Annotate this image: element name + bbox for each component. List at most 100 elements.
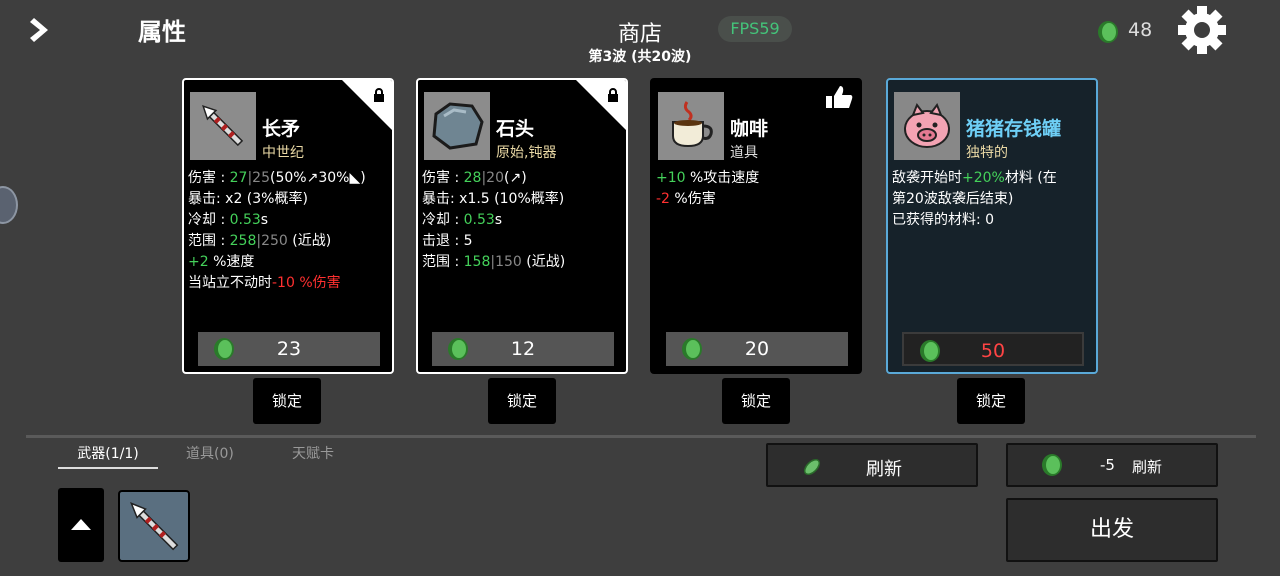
lock-button[interactable]: 锁定 — [253, 378, 321, 424]
side-handle[interactable] — [0, 186, 18, 224]
shop-title: 商店 — [617, 22, 662, 47]
stat-line: 范围 : 158|150 (近战) — [422, 252, 622, 273]
refresh-cost: -5 — [1100, 456, 1115, 474]
stat-segment: ◣ — [349, 170, 361, 186]
stat-segment: 30% — [318, 170, 350, 186]
item-name: 猪猪存钱罐 — [966, 118, 1062, 140]
wave-counter: 第3波 (共20波) — [588, 49, 692, 65]
stat-line: -2 %伤害 — [656, 189, 856, 210]
shop-card-rock[interactable]: 石头 原始,钝器 伤害 : 28|20(↗) 暴击: x1.5 (10%概率) 冷却… — [416, 78, 628, 374]
price-tag[interactable]: 12 — [432, 332, 614, 366]
lock-button[interactable]: 锁定 — [957, 378, 1025, 424]
stat-line: 伤害 : 27|25(50%↗30%◣) — [188, 168, 388, 189]
stat-segment: |250 — [256, 233, 288, 249]
coin-icon — [1098, 21, 1118, 43]
stat-segment: (近战) — [521, 254, 566, 270]
paid-refresh-button[interactable]: -5 刷新 — [1006, 443, 1218, 487]
stat-segment: 击退 : 5 — [422, 233, 473, 249]
stat-segment: 范围 : — [422, 254, 464, 270]
item-name: 长矛 — [262, 118, 301, 140]
stat-segment: 已获得的材料: 0 — [892, 212, 995, 228]
stat-segment: 范围 : — [188, 233, 230, 249]
scroll-up-button[interactable] — [58, 488, 104, 562]
stat-segment: 当站立不动时 — [188, 275, 272, 291]
tab-items[interactable]: 道具(0) — [186, 443, 234, 463]
stat-segment: |25 — [247, 170, 270, 186]
tab-weapons[interactable]: 武器(1/1) — [58, 443, 158, 469]
stat-line: +10 %攻击速度 — [656, 168, 856, 189]
shop-card-coffee[interactable]: 咖啡 道具 +10 %攻击速度 -2 %伤害 20 — [650, 78, 862, 374]
coffee-icon — [658, 92, 724, 160]
lock-button[interactable]: 锁定 — [722, 378, 790, 424]
rock-icon — [424, 92, 490, 160]
gear-icon[interactable] — [1176, 4, 1228, 56]
refresh-button[interactable]: 刷新 — [766, 443, 978, 487]
shop-card-spear[interactable]: 长矛 中世纪 伤害 : 27|25(50%↗30%◣) 暴击: x2 (3%概率)… — [182, 78, 394, 374]
spear-icon — [190, 92, 256, 160]
stat-line: 冷却 : 0.53s — [188, 210, 388, 231]
stat-segment: s — [260, 212, 269, 228]
materials-count: 48 — [1128, 19, 1153, 41]
up-arrow-icon — [71, 519, 91, 530]
stat-line: 冷却 : 0.53s — [422, 210, 622, 231]
stat-segment: ↗ — [306, 170, 319, 186]
item-stats: 伤害 : 28|20(↗) 暴击: x1.5 (10%概率) 冷却 : 0.53s 击… — [422, 168, 622, 273]
stat-segment: %速度 — [208, 254, 255, 270]
lock-icon[interactable] — [606, 88, 620, 102]
item-type: 原始,钝器 — [496, 145, 557, 161]
item-type: 中世纪 — [262, 145, 304, 161]
stat-line: 击退 : 5 — [422, 231, 622, 252]
stat-segment: 伤害 : — [422, 170, 464, 186]
stat-segment: 0.53 — [463, 212, 495, 228]
chevron-right-icon[interactable] — [28, 14, 56, 46]
item-type: 道具 — [730, 145, 758, 161]
stat-segment: 伤害 : — [188, 170, 230, 186]
shop-card-piggy-bank[interactable]: 猪猪存钱罐 独特的 敌袭开始时+20%材料 (在 第20波敌袭后结束) 已获得的材料… — [886, 78, 1098, 374]
stat-segment: 第20波敌袭后结束) — [892, 191, 1014, 207]
item-name: 石头 — [496, 118, 535, 140]
stat-segment: |20 — [481, 170, 504, 186]
stat-line: 当站立不动时-10 %伤害 — [188, 273, 388, 294]
stat-segment: 158 — [463, 254, 491, 270]
stat-line: 暴击: x2 (3%概率) — [188, 189, 388, 210]
refresh-label: 刷新 — [866, 459, 902, 480]
stat-segment: 28 — [463, 170, 482, 186]
stat-segment: %伤害 — [669, 191, 716, 207]
stat-segment: ) — [521, 170, 527, 186]
coin-icon — [1042, 454, 1062, 476]
refresh-paid-label: 刷新 — [1132, 458, 1163, 476]
lock-icon[interactable] — [372, 88, 386, 102]
item-type: 独特的 — [966, 145, 1008, 161]
stat-segment: (50% — [269, 170, 307, 186]
stat-segment: (近战) — [287, 233, 332, 249]
item-stats: 伤害 : 27|25(50%↗30%◣) 暴击: x2 (3%概率) 冷却 : 0.… — [188, 168, 388, 294]
stat-segment: ↗ — [509, 170, 522, 186]
price-tag[interactable]: 23 — [198, 332, 380, 366]
piggy-bank-icon — [894, 92, 960, 160]
weapon-slot-spear[interactable] — [118, 490, 190, 562]
price-value: 50 — [980, 340, 1006, 362]
go-button[interactable]: 出发 — [1006, 498, 1218, 562]
stat-segment: 冷却 : — [188, 212, 230, 228]
stat-segment: +2 — [188, 254, 209, 270]
stat-line: 伤害 : 28|20(↗) — [422, 168, 622, 189]
item-stats: 敌袭开始时+20%材料 (在 第20波敌袭后结束) 已获得的材料: 0 — [892, 168, 1092, 231]
spear-icon — [130, 502, 179, 551]
stat-segment: |150 — [490, 254, 522, 270]
price-value: 12 — [510, 338, 536, 360]
leaf-coin-icon — [803, 458, 821, 476]
stat-segment: +10 — [656, 170, 686, 186]
price-tag[interactable]: 20 — [666, 332, 848, 366]
attributes-title[interactable]: 属性 — [138, 12, 186, 47]
stat-line: +2 %速度 — [188, 252, 388, 273]
price-value: 20 — [744, 338, 770, 360]
stat-line: 暴击: x1.5 (10%概率) — [422, 189, 622, 210]
tab-talent-cards[interactable]: 天赋卡 — [292, 443, 334, 463]
stat-line: 已获得的材料: 0 — [892, 210, 1092, 231]
stat-segment: 敌袭开始时 — [892, 170, 962, 186]
stat-segment: ) — [360, 170, 366, 186]
stat-segment: 暴击: x2 (3%概率) — [188, 191, 308, 207]
lock-button[interactable]: 锁定 — [488, 378, 556, 424]
price-tag[interactable]: 50 — [902, 332, 1084, 366]
item-stats: +10 %攻击速度 -2 %伤害 — [656, 168, 856, 210]
